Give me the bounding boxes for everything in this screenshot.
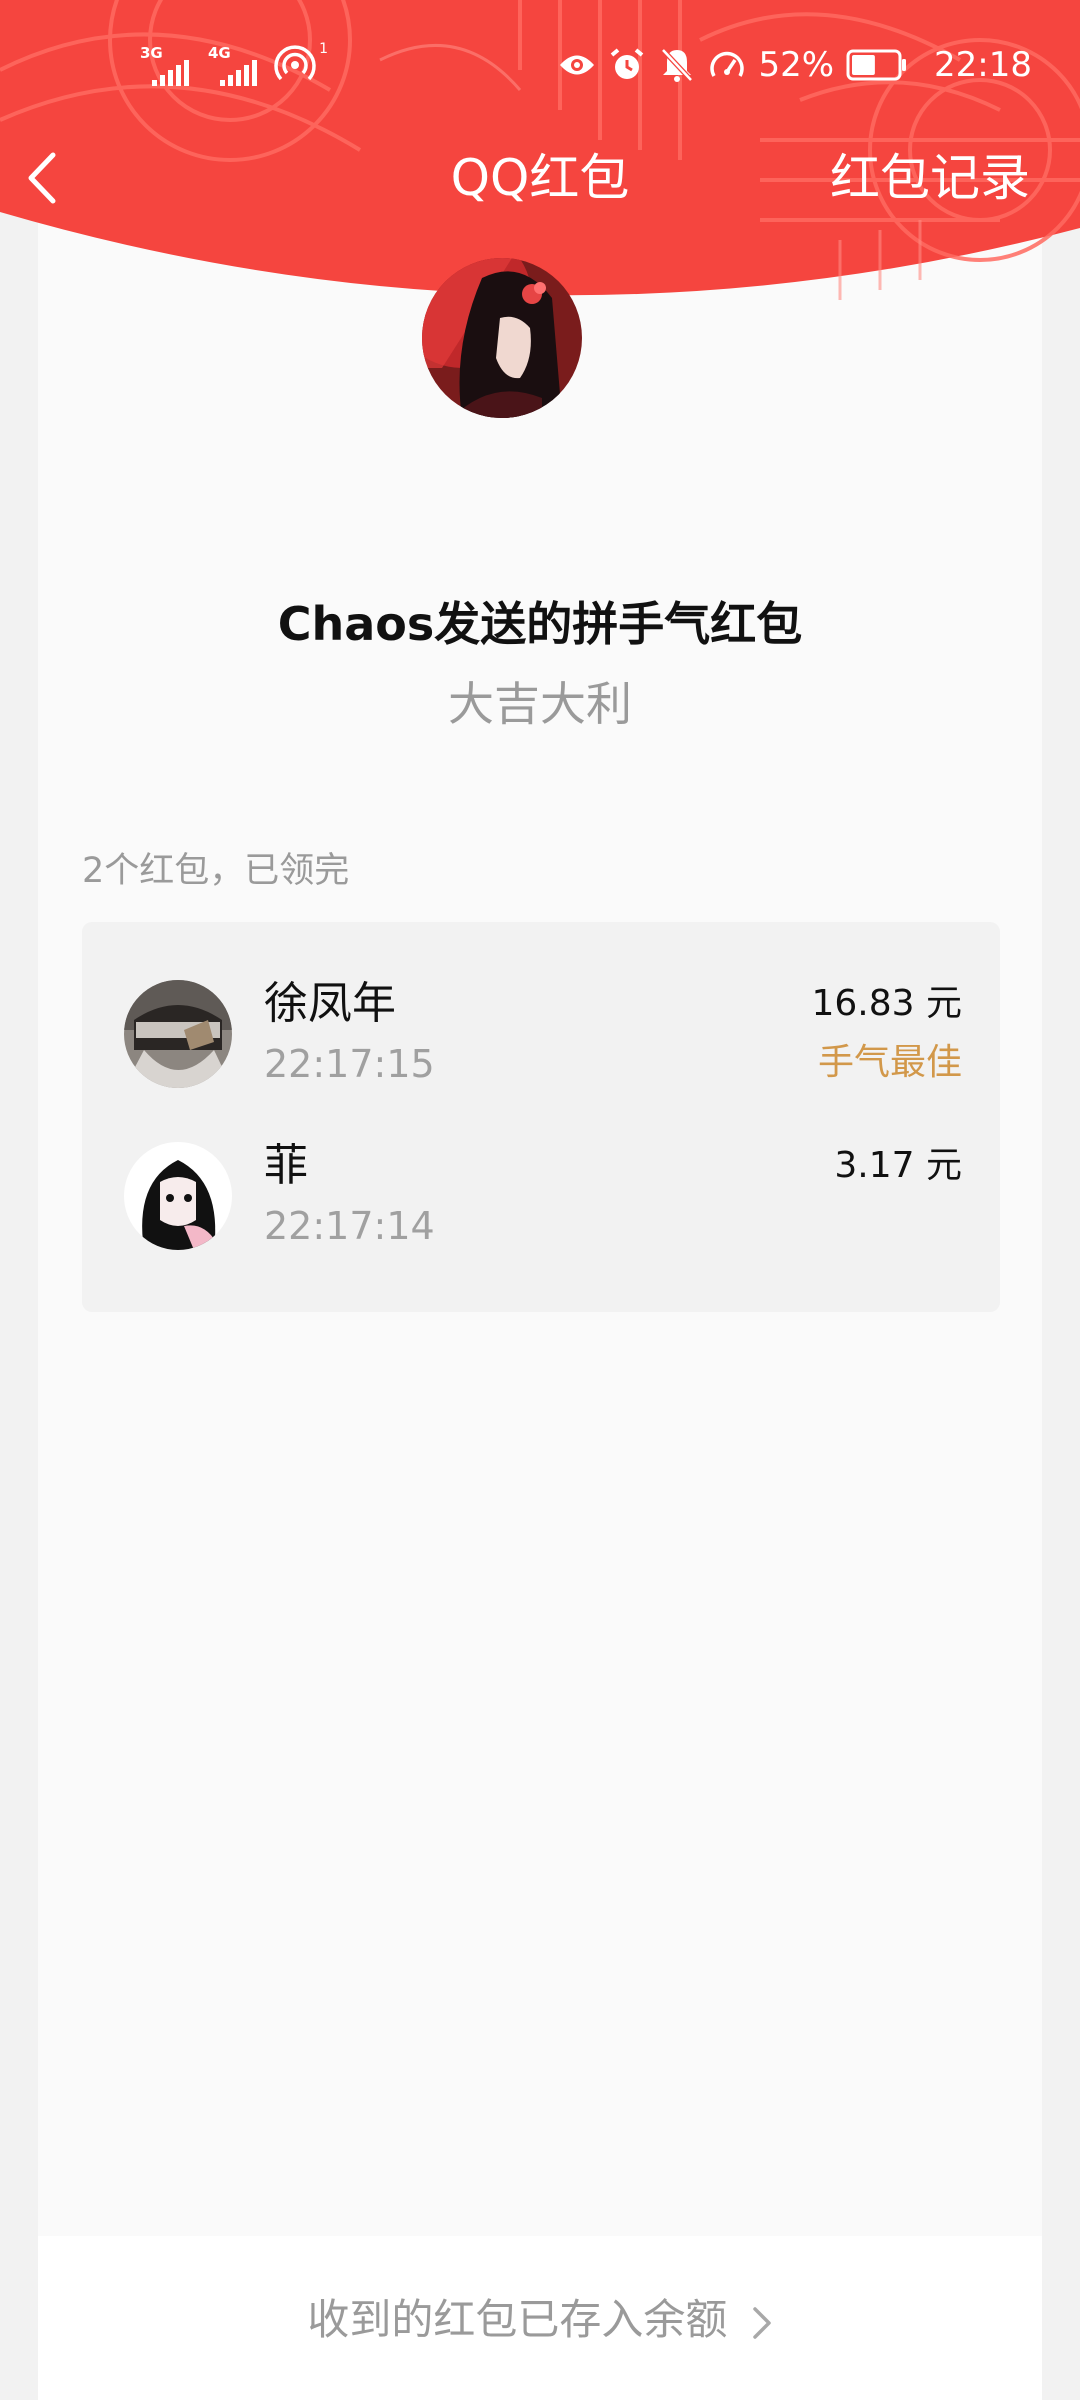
status-right: 52% 22:18 bbox=[558, 40, 1032, 90]
packet-summary: 2个红包，已领完 bbox=[82, 851, 350, 891]
clock: 22:18 bbox=[934, 45, 1032, 85]
avatar[interactable] bbox=[124, 1142, 232, 1250]
sim1-type: 3G bbox=[140, 44, 163, 62]
alarm-icon bbox=[608, 46, 646, 84]
balance-link-text: 收到的红包已存入余额 bbox=[307, 2295, 728, 2344]
avatar[interactable] bbox=[124, 980, 232, 1088]
claim-time: 22:17:15 bbox=[264, 1042, 435, 1086]
sim1-signal: 3G bbox=[138, 46, 196, 86]
footer: 收到的红包已存入余额 bbox=[38, 2236, 1042, 2400]
hotspot-indicator: 1 bbox=[274, 42, 328, 86]
claimer-name: 菲 bbox=[264, 1140, 308, 1191]
battery-icon bbox=[846, 49, 908, 81]
signal-icon bbox=[220, 60, 257, 86]
hotspot-count: 1 bbox=[319, 41, 328, 57]
balance-link[interactable]: 收到的红包已存入余额 bbox=[38, 2290, 1042, 2350]
sim2-signal: 4G bbox=[206, 46, 264, 86]
speed-icon bbox=[708, 46, 746, 84]
hotspot-icon bbox=[274, 45, 316, 81]
sender-avatar[interactable] bbox=[422, 258, 582, 418]
chevron-right-icon bbox=[752, 2306, 771, 2339]
list-item[interactable]: 菲 22:17:14 3.17 元 bbox=[82, 1140, 1000, 1292]
best-luck-badge: 手气最佳 bbox=[817, 1042, 962, 1083]
list-item[interactable]: 徐凤年 22:17:15 16.83 元 手气最佳 bbox=[82, 978, 1000, 1130]
signal-icon bbox=[152, 60, 189, 86]
claim-amount: 16.83 元 bbox=[811, 983, 962, 1024]
status-left: 3G 4G 1 bbox=[138, 42, 328, 86]
claim-time: 22:17:14 bbox=[264, 1204, 435, 1248]
claim-amount: 3.17 元 bbox=[834, 1145, 962, 1186]
eye-icon bbox=[558, 46, 596, 84]
greeting-message: 大吉大利 bbox=[448, 677, 632, 731]
claim-records-list: 徐凤年 22:17:15 16.83 元 手气最佳 菲 22:17:14 3.1… bbox=[82, 922, 1000, 1312]
claimer-name: 徐凤年 bbox=[264, 978, 396, 1029]
battery-percent: 52% bbox=[758, 45, 835, 85]
red-packet-records-link[interactable]: 红包记录 bbox=[830, 130, 1030, 226]
status-bar: 3G 4G 1 52% 22:18 bbox=[0, 0, 1080, 130]
sender-title: Chaos发送的拼手气红包 bbox=[277, 597, 803, 651]
mute-bell-icon bbox=[658, 46, 696, 84]
nav-bar: QQ红包 红包记录 bbox=[0, 130, 1080, 230]
sim2-type: 4G bbox=[208, 44, 231, 62]
